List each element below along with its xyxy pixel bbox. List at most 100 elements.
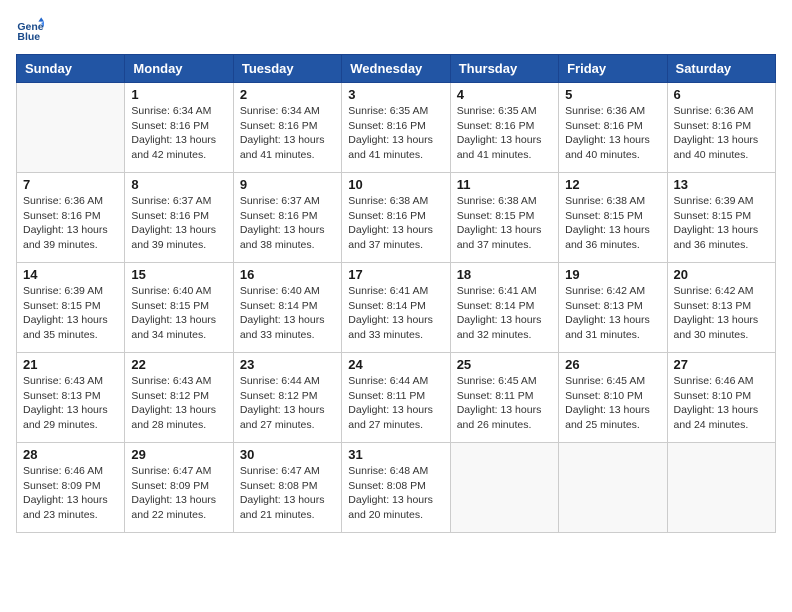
calendar-cell: 7Sunrise: 6:36 AM Sunset: 8:16 PM Daylig… [17, 173, 125, 263]
day-info: Sunrise: 6:35 AM Sunset: 8:16 PM Dayligh… [348, 104, 443, 163]
day-number: 23 [240, 357, 335, 372]
day-number: 3 [348, 87, 443, 102]
calendar-week-3: 14 Sunrise: 6:39 AM Sunset: 8:15 PM Dayli… [17, 263, 776, 353]
day-info: Sunrise: 6:36 AM Sunset: 8:16 PM Dayligh… [674, 104, 769, 163]
weekday-header-sunday: Sunday [17, 55, 125, 83]
calendar-cell: 12 Sunrise: 6:38 AM Sunset: 8:15 PM Dayli… [559, 173, 667, 263]
calendar-week-5: 28 Sunrise: 6:46 AM Sunset: 8:09 PM Dayli… [17, 443, 776, 533]
calendar-cell: 2 Sunrise: 6:34 AM Sunset: 8:16 PM Daylig… [233, 83, 341, 173]
day-number: 26 [565, 357, 660, 372]
calendar-cell: 15 Sunrise: 6:40 AM Sunset: 8:15 PM Dayli… [125, 263, 233, 353]
calendar-cell: 21Sunrise: 6:43 AM Sunset: 8:13 PM Dayli… [17, 353, 125, 443]
calendar-week-1: 1 Sunrise: 6:34 AM Sunset: 8:16 PM Daylig… [17, 83, 776, 173]
calendar-cell: 16Sunrise: 6:40 AM Sunset: 8:14 PM Dayli… [233, 263, 341, 353]
day-number: 8 [131, 177, 226, 192]
calendar-cell [17, 83, 125, 173]
day-info: Sunrise: 6:41 AM Sunset: 8:14 PM Dayligh… [457, 284, 552, 343]
day-info: Sunrise: 6:47 AM Sunset: 8:08 PM Dayligh… [240, 464, 335, 523]
day-info: Sunrise: 6:42 AM Sunset: 8:13 PM Dayligh… [565, 284, 660, 343]
day-number: 13 [674, 177, 769, 192]
calendar-cell: 11Sunrise: 6:38 AM Sunset: 8:15 PM Dayli… [450, 173, 558, 263]
day-number: 12 [565, 177, 660, 192]
calendar-cell: 17Sunrise: 6:41 AM Sunset: 8:14 PM Dayli… [342, 263, 450, 353]
day-info: Sunrise: 6:40 AM Sunset: 8:15 PM Dayligh… [131, 284, 226, 343]
day-number: 25 [457, 357, 552, 372]
day-info: Sunrise: 6:42 AM Sunset: 8:13 PM Dayligh… [674, 284, 769, 343]
day-number: 4 [457, 87, 552, 102]
day-info: Sunrise: 6:46 AM Sunset: 8:10 PM Dayligh… [674, 374, 769, 433]
day-number: 28 [23, 447, 118, 462]
day-info: Sunrise: 6:39 AM Sunset: 8:15 PM Dayligh… [23, 284, 118, 343]
calendar-cell: 4 Sunrise: 6:35 AM Sunset: 8:16 PM Daylig… [450, 83, 558, 173]
logo: General Blue [16, 16, 48, 44]
weekday-header-wednesday: Wednesday [342, 55, 450, 83]
day-info: Sunrise: 6:44 AM Sunset: 8:12 PM Dayligh… [240, 374, 335, 433]
calendar-cell: 18Sunrise: 6:41 AM Sunset: 8:14 PM Dayli… [450, 263, 558, 353]
day-number: 24 [348, 357, 443, 372]
day-number: 29 [131, 447, 226, 462]
calendar-cell: 23 Sunrise: 6:44 AM Sunset: 8:12 PM Dayli… [233, 353, 341, 443]
day-number: 22 [131, 357, 226, 372]
day-number: 31 [348, 447, 443, 462]
calendar-cell: 29 Sunrise: 6:47 AM Sunset: 8:09 PM Dayli… [125, 443, 233, 533]
calendar-cell: 13 Sunrise: 6:39 AM Sunset: 8:15 PM Dayli… [667, 173, 775, 263]
svg-text:Blue: Blue [17, 31, 40, 43]
day-info: Sunrise: 6:37 AM Sunset: 8:16 PM Dayligh… [131, 194, 226, 253]
logo-icon: General Blue [16, 16, 44, 44]
day-number: 11 [457, 177, 552, 192]
calendar-cell: 19 Sunrise: 6:42 AM Sunset: 8:13 PM Dayli… [559, 263, 667, 353]
calendar-cell: 20 Sunrise: 6:42 AM Sunset: 8:13 PM Dayli… [667, 263, 775, 353]
day-info: Sunrise: 6:44 AM Sunset: 8:11 PM Dayligh… [348, 374, 443, 433]
calendar-cell: 9Sunrise: 6:37 AM Sunset: 8:16 PM Daylig… [233, 173, 341, 263]
calendar-cell: 8 Sunrise: 6:37 AM Sunset: 8:16 PM Daylig… [125, 173, 233, 263]
day-number: 27 [674, 357, 769, 372]
day-number: 2 [240, 87, 335, 102]
calendar-cell: 27 Sunrise: 6:46 AM Sunset: 8:10 PM Dayli… [667, 353, 775, 443]
day-info: Sunrise: 6:46 AM Sunset: 8:09 PM Dayligh… [23, 464, 118, 523]
page-header: General Blue [16, 16, 776, 44]
day-number: 5 [565, 87, 660, 102]
day-info: Sunrise: 6:43 AM Sunset: 8:12 PM Dayligh… [131, 374, 226, 433]
calendar-cell: 22 Sunrise: 6:43 AM Sunset: 8:12 PM Dayli… [125, 353, 233, 443]
calendar-cell [667, 443, 775, 533]
calendar-cell [559, 443, 667, 533]
day-info: Sunrise: 6:34 AM Sunset: 8:16 PM Dayligh… [131, 104, 226, 163]
day-info: Sunrise: 6:48 AM Sunset: 8:08 PM Dayligh… [348, 464, 443, 523]
weekday-header-tuesday: Tuesday [233, 55, 341, 83]
day-info: Sunrise: 6:47 AM Sunset: 8:09 PM Dayligh… [131, 464, 226, 523]
day-number: 10 [348, 177, 443, 192]
weekday-header-monday: Monday [125, 55, 233, 83]
calendar-cell: 1 Sunrise: 6:34 AM Sunset: 8:16 PM Daylig… [125, 83, 233, 173]
day-info: Sunrise: 6:38 AM Sunset: 8:16 PM Dayligh… [348, 194, 443, 253]
day-number: 19 [565, 267, 660, 282]
day-number: 30 [240, 447, 335, 462]
weekday-header-saturday: Saturday [667, 55, 775, 83]
calendar-cell [450, 443, 558, 533]
day-info: Sunrise: 6:38 AM Sunset: 8:15 PM Dayligh… [565, 194, 660, 253]
day-number: 20 [674, 267, 769, 282]
calendar-cell: 14 Sunrise: 6:39 AM Sunset: 8:15 PM Dayli… [17, 263, 125, 353]
day-number: 9 [240, 177, 335, 192]
day-info: Sunrise: 6:35 AM Sunset: 8:16 PM Dayligh… [457, 104, 552, 163]
day-number: 6 [674, 87, 769, 102]
weekday-header-friday: Friday [559, 55, 667, 83]
day-info: Sunrise: 6:41 AM Sunset: 8:14 PM Dayligh… [348, 284, 443, 343]
day-number: 15 [131, 267, 226, 282]
day-info: Sunrise: 6:45 AM Sunset: 8:10 PM Dayligh… [565, 374, 660, 433]
day-info: Sunrise: 6:36 AM Sunset: 8:16 PM Dayligh… [565, 104, 660, 163]
calendar-cell: 10 Sunrise: 6:38 AM Sunset: 8:16 PM Dayli… [342, 173, 450, 263]
calendar-cell: 25 Sunrise: 6:45 AM Sunset: 8:11 PM Dayli… [450, 353, 558, 443]
calendar-week-2: 7Sunrise: 6:36 AM Sunset: 8:16 PM Daylig… [17, 173, 776, 263]
day-info: Sunrise: 6:34 AM Sunset: 8:16 PM Dayligh… [240, 104, 335, 163]
day-info: Sunrise: 6:36 AM Sunset: 8:16 PM Dayligh… [23, 194, 118, 253]
weekday-header-row: SundayMondayTuesdayWednesdayThursdayFrid… [17, 55, 776, 83]
calendar-cell: 28 Sunrise: 6:46 AM Sunset: 8:09 PM Dayli… [17, 443, 125, 533]
day-info: Sunrise: 6:45 AM Sunset: 8:11 PM Dayligh… [457, 374, 552, 433]
calendar-cell: 5 Sunrise: 6:36 AM Sunset: 8:16 PM Daylig… [559, 83, 667, 173]
day-number: 14 [23, 267, 118, 282]
day-number: 1 [131, 87, 226, 102]
calendar-table: SundayMondayTuesdayWednesdayThursdayFrid… [16, 54, 776, 533]
day-info: Sunrise: 6:39 AM Sunset: 8:15 PM Dayligh… [674, 194, 769, 253]
calendar-cell: 3 Sunrise: 6:35 AM Sunset: 8:16 PM Daylig… [342, 83, 450, 173]
calendar-cell: 31 Sunrise: 6:48 AM Sunset: 8:08 PM Dayli… [342, 443, 450, 533]
